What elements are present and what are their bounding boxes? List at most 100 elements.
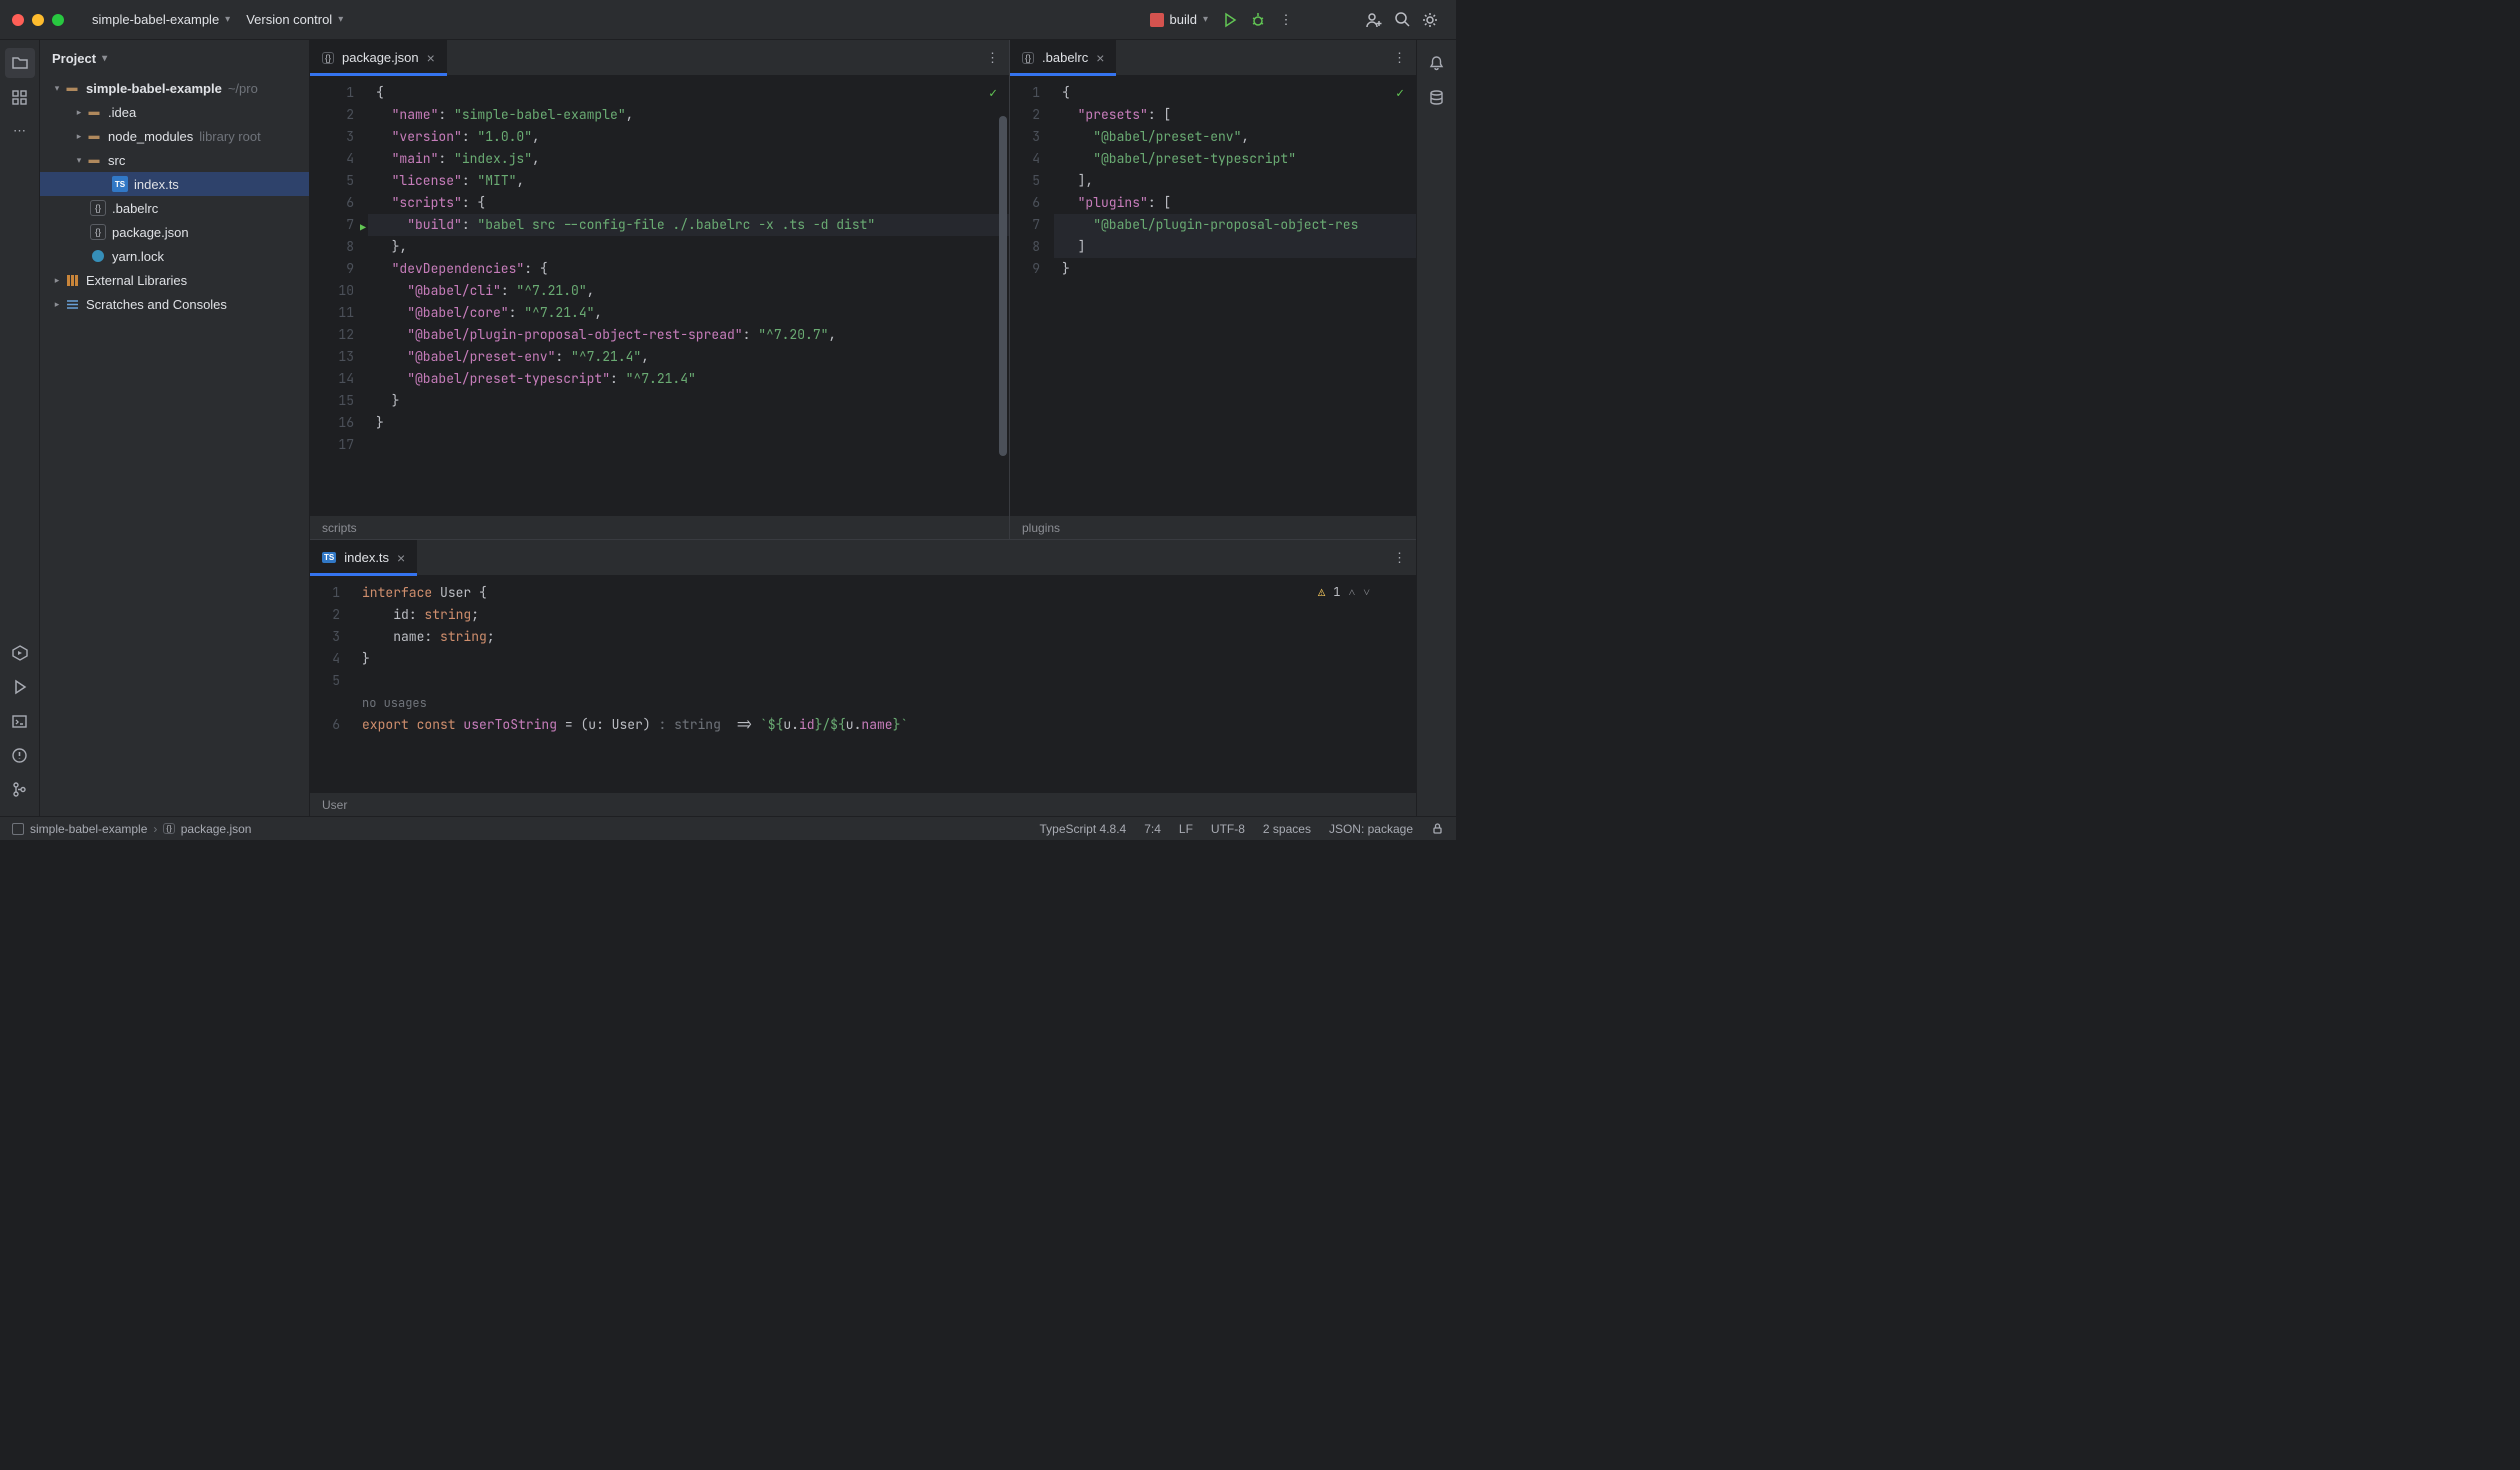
notifications-button[interactable] <box>1422 48 1452 78</box>
editor-pane-index-ts: TS index.ts × ⋮ 12345 6 interface User {… <box>310 540 1416 816</box>
editor-body-package-json[interactable]: 123456▶7891011121314151617 { "name": "si… <box>310 76 1009 515</box>
sb-file[interactable]: package.json <box>181 822 252 836</box>
close-icon[interactable]: × <box>397 550 405 566</box>
tree-item-src[interactable]: ▾ ▬ src <box>40 148 309 172</box>
scrollbar[interactable] <box>999 116 1007 496</box>
more-actions-button[interactable]: ⋮ <box>1272 6 1300 34</box>
project-panel-header[interactable]: Project ▾ <box>40 40 309 76</box>
breadcrumb-item: scripts <box>322 521 357 535</box>
run-button[interactable] <box>1216 6 1244 34</box>
expand-icon[interactable]: ▸ <box>50 299 64 310</box>
tab-babelrc[interactable]: {} .babelrc × <box>1010 40 1116 76</box>
sb-indent[interactable]: 2 spaces <box>1263 822 1311 836</box>
tab-index-ts[interactable]: TS index.ts × <box>310 540 417 576</box>
problems-tool-button[interactable] <box>5 740 35 770</box>
chevron-up-icon[interactable]: ˄ <box>1348 584 1355 600</box>
structure-tool-button[interactable] <box>5 82 35 112</box>
expand-icon[interactable]: ▸ <box>50 275 64 286</box>
more-tools-button[interactable]: ⋯ <box>5 116 35 146</box>
services-tool-button[interactable] <box>5 638 35 668</box>
ts-file-icon: TS <box>112 176 128 192</box>
editor-body-babelrc[interactable]: 123456789 { "presets": [ "@babel/preset-… <box>1010 76 1416 515</box>
sb-encoding[interactable]: UTF-8 <box>1211 822 1245 836</box>
tab-label: .babelrc <box>1042 50 1088 65</box>
scratches-icon <box>64 296 80 312</box>
vcs-tool-button[interactable] <box>5 774 35 804</box>
tree-item-scratches[interactable]: ▸ Scratches and Consoles <box>40 292 309 316</box>
tab-label: index.ts <box>344 550 389 565</box>
nav-icon[interactable] <box>12 823 24 835</box>
json-file-icon: {} <box>322 52 334 64</box>
tree-item-external-libs[interactable]: ▸ External Libraries <box>40 268 309 292</box>
tab-more-button[interactable]: ⋮ <box>1383 50 1416 66</box>
tree-hint: library root <box>199 129 260 144</box>
settings-button[interactable] <box>1416 6 1444 34</box>
tab-more-button[interactable]: ⋮ <box>976 50 1009 66</box>
json-file-icon: {} <box>1022 52 1034 64</box>
expand-icon[interactable]: ▸ <box>72 131 86 142</box>
terminal-tool-button[interactable] <box>5 706 35 736</box>
tree-item-babelrc[interactable]: {} .babelrc <box>40 196 309 220</box>
expand-icon[interactable]: ▾ <box>72 155 86 166</box>
sb-line-sep[interactable]: LF <box>1179 822 1193 836</box>
lock-icon[interactable] <box>1431 822 1444 835</box>
debug-button[interactable] <box>1244 6 1272 34</box>
tree-item-yarn-lock[interactable]: yarn.lock <box>40 244 309 268</box>
editor-gutter: 123456789 <box>1010 76 1054 515</box>
tree-item-node-modules[interactable]: ▸ ▬ node_modules library root <box>40 124 309 148</box>
vcs-label: Version control <box>246 12 332 27</box>
chevron-right-icon: › <box>153 822 157 836</box>
editor-code[interactable]: { "presets": [ "@babel/preset-env", "@ba… <box>1054 76 1416 515</box>
breadcrumb[interactable]: User <box>310 792 1416 816</box>
project-tool-button[interactable] <box>5 48 35 78</box>
yarn-file-icon <box>90 248 106 264</box>
close-icon[interactable]: × <box>1096 50 1104 66</box>
tree-item-index-ts[interactable]: TS index.ts <box>40 172 309 196</box>
breadcrumb[interactable]: plugins <box>1010 515 1416 539</box>
editor-code[interactable]: { "name": "simple-babel-example", "versi… <box>368 76 1009 515</box>
breadcrumb-item: User <box>322 798 347 812</box>
warning-icon: ⚠ <box>1318 584 1325 600</box>
tree-label: simple-babel-example <box>86 81 222 96</box>
editor-pane-babelrc: {} .babelrc × ⋮ 123456789 { "presets": [… <box>1010 40 1416 539</box>
tree-label: node_modules <box>108 129 193 144</box>
project-selector[interactable]: simple-babel-example ▾ <box>84 8 238 31</box>
close-icon[interactable]: × <box>427 50 435 66</box>
sb-ts-version[interactable]: TypeScript 4.8.4 <box>1040 822 1127 836</box>
tab-more-button[interactable]: ⋮ <box>1383 550 1416 566</box>
sb-cursor[interactable]: 7:4 <box>1144 822 1161 836</box>
tree-item-package-json[interactable]: {} package.json <box>40 220 309 244</box>
run-config-selector[interactable]: build ▾ <box>1142 8 1217 31</box>
tree-root[interactable]: ▾ ▬ simple-babel-example ~/pro <box>40 76 309 100</box>
database-button[interactable] <box>1422 82 1452 112</box>
editor-body-index-ts[interactable]: 12345 6 interface User { id: string; nam… <box>310 576 1416 792</box>
close-window-icon[interactable] <box>12 14 24 26</box>
maximize-window-icon[interactable] <box>52 14 64 26</box>
breadcrumb[interactable]: scripts <box>310 515 1009 539</box>
expand-icon[interactable]: ▾ <box>50 83 64 94</box>
sb-project[interactable]: simple-babel-example <box>30 822 147 836</box>
project-tree[interactable]: ▾ ▬ simple-babel-example ~/pro ▸ ▬ .idea… <box>40 76 309 816</box>
editor-code[interactable]: interface User { id: string; name: strin… <box>354 576 1416 792</box>
editor-tabs: {} package.json × ⋮ <box>310 40 1009 76</box>
code-with-me-button[interactable] <box>1360 6 1388 34</box>
tree-label: .babelrc <box>112 201 158 216</box>
chevron-down-icon[interactable]: ˅ <box>1363 584 1370 600</box>
inspection-widget[interactable]: ⚠ 1 ˄ ˅ <box>1318 584 1370 600</box>
run-tool-button[interactable] <box>5 672 35 702</box>
titlebar: simple-babel-example ▾ Version control ▾… <box>0 0 1456 40</box>
expand-icon[interactable]: ▸ <box>72 107 86 118</box>
minimize-window-icon[interactable] <box>32 14 44 26</box>
tree-label: index.ts <box>134 177 179 192</box>
editor-pane-package-json: {} package.json × ⋮ 123456▶7891011121314… <box>310 40 1010 539</box>
tab-package-json[interactable]: {} package.json × <box>310 40 447 76</box>
tree-hint: ~/pro <box>228 81 258 96</box>
sb-file-type[interactable]: JSON: package <box>1329 822 1413 836</box>
statusbar: simple-babel-example › {} package.json T… <box>0 816 1456 840</box>
tree-label: External Libraries <box>86 273 187 288</box>
folder-icon: ▬ <box>86 152 102 168</box>
tree-label: yarn.lock <box>112 249 164 264</box>
tree-item-idea[interactable]: ▸ ▬ .idea <box>40 100 309 124</box>
vcs-selector[interactable]: Version control ▾ <box>238 8 351 31</box>
search-button[interactable] <box>1388 6 1416 34</box>
